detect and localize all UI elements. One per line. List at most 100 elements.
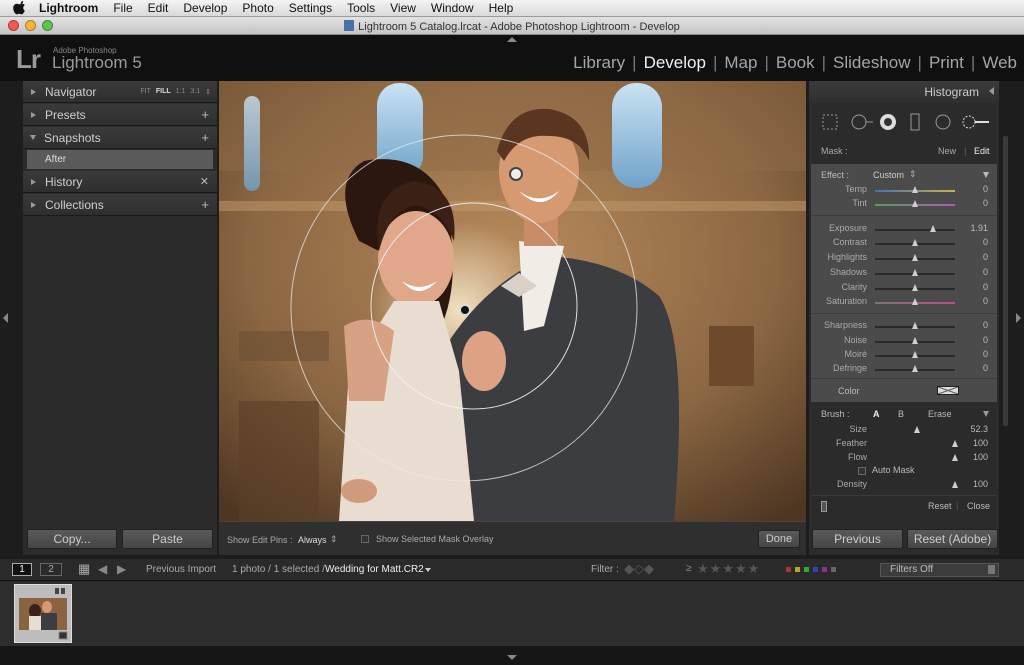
menu-develop[interactable]: Develop — [183, 1, 227, 15]
slider-clarity[interactable]: Clarity 0 — [811, 281, 997, 295]
spot-removal-icon[interactable] — [851, 114, 873, 130]
module-develop[interactable]: Develop — [637, 53, 713, 73]
right-panel-scrollbar[interactable] — [1003, 136, 1008, 426]
zoom-fill[interactable]: FILL — [156, 88, 171, 96]
slider-contrast[interactable]: Contrast 0 — [811, 236, 997, 250]
panel-toggle-switch[interactable] — [821, 501, 827, 512]
zoom-3to1[interactable]: 3:1 — [190, 88, 200, 96]
flag-filter-icons[interactable]: ◆◇◆ — [624, 562, 654, 576]
zoom-stepper-icon[interactable]: ⇕ — [205, 88, 211, 96]
slider-tint[interactable]: Tint 0 — [811, 197, 997, 211]
clear-history-icon[interactable]: ✕ — [200, 175, 209, 188]
slider-defringe[interactable]: Defringe 0 — [811, 362, 997, 376]
menu-edit[interactable]: Edit — [148, 1, 169, 15]
menu-tools[interactable]: Tools — [347, 1, 375, 15]
navigator-header[interactable]: Navigator FIT FILL 1:1 3:1 ⇕ — [23, 81, 217, 103]
slider-knob[interactable] — [912, 298, 918, 305]
collapse-right-panel-icon[interactable] — [1016, 313, 1021, 323]
module-book[interactable]: Book — [769, 53, 822, 73]
secondary-window-button[interactable]: 2 — [40, 563, 62, 576]
star-rating-filter[interactable]: ★★★★★ — [697, 561, 760, 577]
filename-dropdown[interactable]: Wedding for Matt.CR2 — [325, 564, 424, 575]
slider-knob[interactable] — [912, 200, 918, 207]
collapse-top-panel-icon[interactable] — [507, 37, 517, 42]
slider-knob[interactable] — [912, 284, 918, 291]
auto-mask-checkbox[interactable] — [858, 467, 866, 475]
back-arrow-icon[interactable]: ◀ — [98, 563, 107, 575]
mask-edit-button[interactable]: Edit — [974, 146, 990, 156]
collections-header[interactable]: Collections + — [23, 194, 217, 216]
collapse-bottom-panel-icon[interactable] — [507, 655, 517, 660]
presets-header[interactable]: Presets + — [23, 104, 217, 126]
brush-erase-button[interactable]: Erase — [928, 409, 952, 419]
slider-track[interactable] — [875, 229, 955, 231]
previous-button[interactable]: Previous — [812, 529, 903, 549]
radial-filter-inner-ring[interactable] — [370, 202, 578, 410]
slider-density[interactable]: Density 100 — [811, 478, 997, 492]
slider-knob[interactable] — [929, 225, 936, 232]
slider-knob[interactable] — [912, 337, 918, 344]
color-swatch[interactable] — [937, 386, 959, 395]
rating-operator[interactable]: ≥ — [686, 563, 692, 574]
menu-app[interactable]: Lightroom — [39, 1, 98, 15]
slider-brush-flow[interactable]: Flow 100 — [811, 451, 997, 465]
slider-brush-size[interactable]: Size 52.3 — [811, 423, 997, 437]
brush-b-button[interactable]: B — [898, 409, 904, 419]
effect-preset-select[interactable]: Custom — [873, 170, 904, 180]
edit-pin-icon[interactable] — [509, 167, 523, 181]
menu-settings[interactable]: Settings — [289, 1, 332, 15]
histogram-header[interactable]: Histogram — [809, 81, 999, 103]
mask-close-button[interactable]: Close — [967, 501, 990, 511]
slider-knob[interactable] — [912, 365, 918, 372]
radial-filter-icon[interactable] — [935, 114, 951, 130]
slider-highlights[interactable]: Highlights 0 — [811, 251, 997, 265]
graduated-filter-icon[interactable] — [910, 113, 920, 131]
module-web[interactable]: Web — [975, 53, 1017, 73]
menu-file[interactable]: File — [113, 1, 132, 15]
apple-icon[interactable] — [13, 1, 27, 15]
module-map[interactable]: Map — [717, 53, 764, 73]
slider-noise[interactable]: Noise 0 — [811, 334, 997, 348]
slider-track[interactable] — [875, 458, 955, 460]
done-button[interactable]: Done — [758, 530, 800, 548]
slider-knob[interactable] — [912, 269, 918, 276]
copy-settings-button[interactable]: Copy... — [27, 529, 117, 549]
mask-reset-button[interactable]: Reset — [928, 501, 952, 511]
menu-photo[interactable]: Photo — [242, 1, 273, 15]
add-collection-icon[interactable]: + — [201, 197, 209, 212]
zoom-1to1[interactable]: 1:1 — [176, 88, 186, 96]
adjustment-brush-icon[interactable] — [962, 115, 989, 129]
brush-collapse-icon[interactable] — [983, 411, 989, 417]
slider-track[interactable] — [875, 485, 955, 487]
chevron-down-icon[interactable] — [425, 568, 431, 572]
slider-knob[interactable] — [912, 186, 918, 193]
module-slideshow[interactable]: Slideshow — [826, 53, 918, 73]
filmstrip-source[interactable]: Previous Import — [146, 564, 216, 575]
brush-a-button[interactable]: A — [873, 409, 880, 419]
snapshot-item-after[interactable]: After — [27, 150, 213, 169]
show-edit-pins-select[interactable]: Always — [298, 535, 327, 545]
module-library[interactable]: Library — [566, 53, 632, 73]
slider-temp[interactable]: Temp 0 — [811, 183, 997, 197]
mask-new-button[interactable]: New — [938, 146, 956, 156]
add-snapshot-icon[interactable]: + — [201, 130, 209, 145]
snapshots-header[interactable]: Snapshots + — [23, 127, 217, 149]
slider-brush-feather[interactable]: Feather 100 — [811, 437, 997, 451]
slider-saturation[interactable]: Saturation 0 — [811, 295, 997, 309]
slider-knob[interactable] — [913, 426, 920, 433]
histogram-collapse-icon[interactable] — [989, 87, 994, 95]
slider-moire[interactable]: Moiré 0 — [811, 348, 997, 362]
menu-view[interactable]: View — [390, 1, 416, 15]
select-arrows-icon[interactable]: ⇕ — [330, 534, 338, 545]
menu-help[interactable]: Help — [489, 1, 514, 15]
slider-knob[interactable] — [912, 254, 918, 261]
mask-overlay-checkbox[interactable] — [361, 535, 369, 543]
grid-view-icon[interactable]: ▦ — [78, 562, 90, 575]
history-header[interactable]: History ✕ — [23, 171, 217, 193]
menu-window[interactable]: Window — [431, 1, 474, 15]
slider-sharpness[interactable]: Sharpness 0 — [811, 319, 997, 333]
slider-shadows[interactable]: Shadows 0 — [811, 266, 997, 280]
slider-knob[interactable] — [912, 239, 918, 246]
brush-cursor-icon[interactable] — [459, 304, 471, 316]
select-arrows-icon[interactable] — [988, 565, 995, 574]
